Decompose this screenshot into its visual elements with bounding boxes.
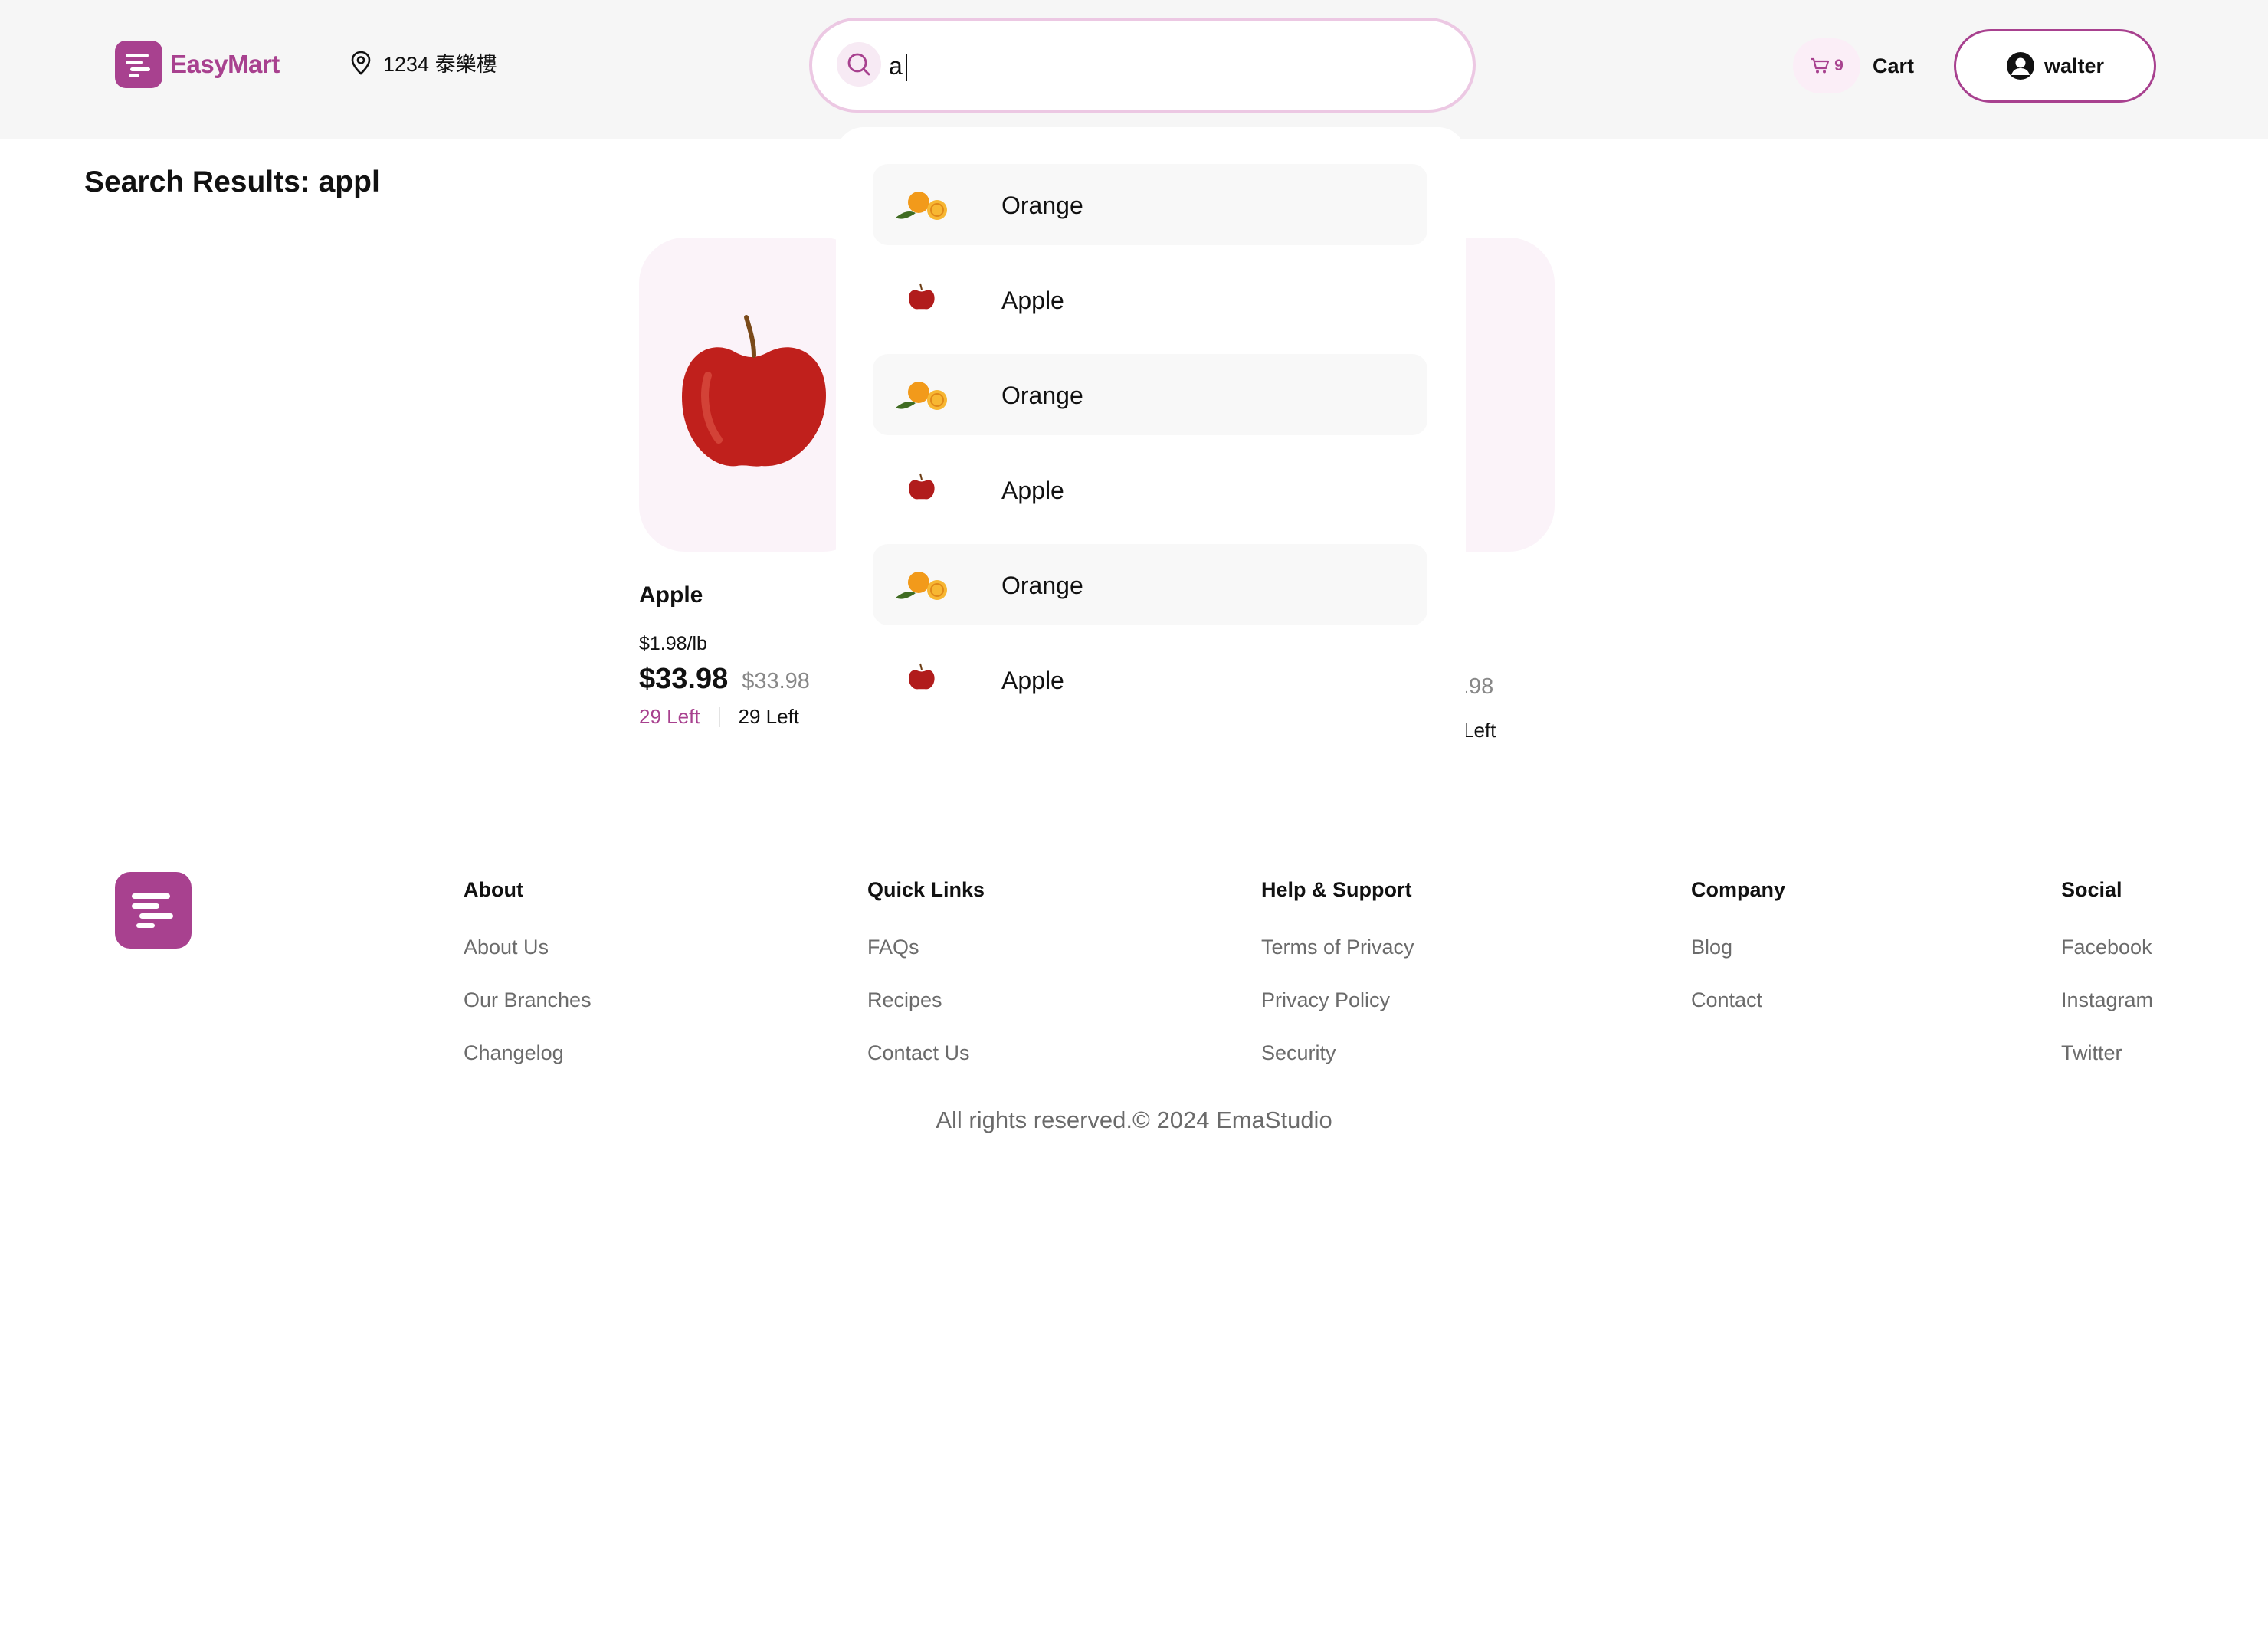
apple-icon <box>909 283 935 310</box>
footer-link[interactable]: Twitter <box>2061 1041 2153 1065</box>
suggestion-label: Orange <box>1001 192 1083 219</box>
footer-column-quick-links: Quick Links FAQs Recipes Contact Us <box>867 878 985 1065</box>
suggestion-item[interactable]: Apple <box>873 259 1427 340</box>
stock-right: Left <box>1463 719 1496 742</box>
footer-link[interactable]: Contact Us <box>867 1041 985 1065</box>
footer-logo-icon[interactable] <box>115 872 192 949</box>
footer-column-social: Social Facebook Instagram Twitter <box>2061 878 2153 1065</box>
product-card[interactable]: Apple $1.98/lb $33.98 $33.98 29 Left 29 … <box>639 238 869 729</box>
search-icon[interactable] <box>837 42 881 87</box>
location-pin-icon <box>351 51 371 75</box>
cart-icon <box>1811 57 1830 74</box>
apple-icon <box>909 473 935 500</box>
footer-link[interactable]: Blog <box>1691 936 1785 959</box>
footer-link[interactable]: Security <box>1261 1041 1414 1065</box>
suggestion-item[interactable]: Apple <box>873 449 1427 530</box>
footer-link[interactable]: Our Branches <box>464 988 592 1012</box>
stock-right: 29 Left <box>738 705 800 728</box>
footer-link[interactable]: About Us <box>464 936 592 959</box>
suggestion-item[interactable]: Orange <box>873 544 1427 625</box>
footer-column-about: About About Us Our Branches Changelog <box>464 878 592 1065</box>
suggestion-label: Orange <box>1001 572 1083 599</box>
footer-link[interactable]: Instagram <box>2061 988 2153 1012</box>
user-name: walter <box>2043 54 2105 77</box>
orange-icon <box>896 572 947 600</box>
unit-price: $1.98/lb <box>639 633 707 654</box>
footer-column-title: Company <box>1691 878 1786 901</box>
current-price: $33.98 <box>639 663 729 695</box>
search-bar[interactable] <box>809 18 1476 113</box>
footer-copyright: All rights reserved.© 2024 EmaStudio <box>936 1106 1332 1133</box>
cart-count-badge: 9 <box>1793 38 1860 93</box>
footer-link[interactable]: Contact <box>1691 988 1785 1012</box>
footer-column-title: Help & Support <box>1261 878 1412 901</box>
user-account-button[interactable]: walter <box>1954 29 2156 103</box>
cart-button[interactable]: 9 Cart <box>1793 38 1914 93</box>
stock-divider <box>718 706 720 727</box>
footer-column-title: Quick Links <box>867 878 985 901</box>
orange-icon <box>896 382 947 410</box>
original-price: $33.98 <box>742 669 810 693</box>
suggestion-label: Apple <box>1001 667 1064 694</box>
product-image[interactable] <box>639 238 869 552</box>
footer-link[interactable]: Privacy Policy <box>1261 988 1414 1012</box>
original-price: .98 <box>1463 674 1494 699</box>
orange-icon <box>896 192 947 220</box>
footer-link[interactable]: Terms of Privacy <box>1261 936 1414 959</box>
location-text: 1234 泰樂樓 <box>383 53 497 76</box>
search-input[interactable] <box>889 39 1440 93</box>
apple-image <box>682 315 826 467</box>
price-row: $33.98 $33.98 <box>639 663 869 696</box>
suggestion-label: Apple <box>1001 287 1064 314</box>
cart-label: Cart <box>1873 54 1915 77</box>
brand-name: EasyMart <box>170 50 280 78</box>
top-navbar: EasyMart 1234 泰樂樓 9 Cart <box>0 0 2268 139</box>
footer-link[interactable]: FAQs <box>867 936 985 959</box>
brand-logo[interactable]: EasyMart <box>115 41 280 88</box>
suggestion-label: Orange <box>1001 382 1083 409</box>
suggestion-item[interactable]: Orange <box>873 354 1427 435</box>
footer-column-title: About <box>464 878 523 901</box>
footer-link[interactable]: Recipes <box>867 988 985 1012</box>
apple-icon <box>909 663 935 690</box>
footer-link[interactable]: Changelog <box>464 1041 592 1065</box>
text-caret <box>906 54 907 81</box>
cart-count: 9 <box>1834 57 1844 74</box>
user-avatar-icon <box>2006 52 2034 80</box>
suggestion-item[interactable]: Orange <box>873 164 1427 245</box>
search-suggestions-dropdown-continued: Orange Apple <box>836 544 1466 766</box>
footer-column-help-support: Help & Support Terms of Privacy Privacy … <box>1261 878 1414 1065</box>
suggestion-label: Apple <box>1001 477 1064 504</box>
footer-column-company: Company Blog Contact <box>1691 878 1785 1012</box>
stock-left: 29 Left <box>639 705 700 728</box>
stock-row: 29 Left 29 Left <box>639 705 869 729</box>
logo-mark-icon <box>115 41 162 88</box>
footer-column-title: Social <box>2061 878 2122 901</box>
search-suggestions-dropdown: Orange Apple Orange Apple <box>836 127 1466 553</box>
product-name[interactable]: Apple <box>639 582 869 608</box>
suggestion-item[interactable]: Apple <box>873 639 1427 720</box>
search-results-title: Search Results: appl <box>84 166 380 198</box>
delivery-location[interactable]: 1234 泰樂樓 <box>351 48 497 77</box>
footer-link[interactable]: Facebook <box>2061 936 2153 959</box>
